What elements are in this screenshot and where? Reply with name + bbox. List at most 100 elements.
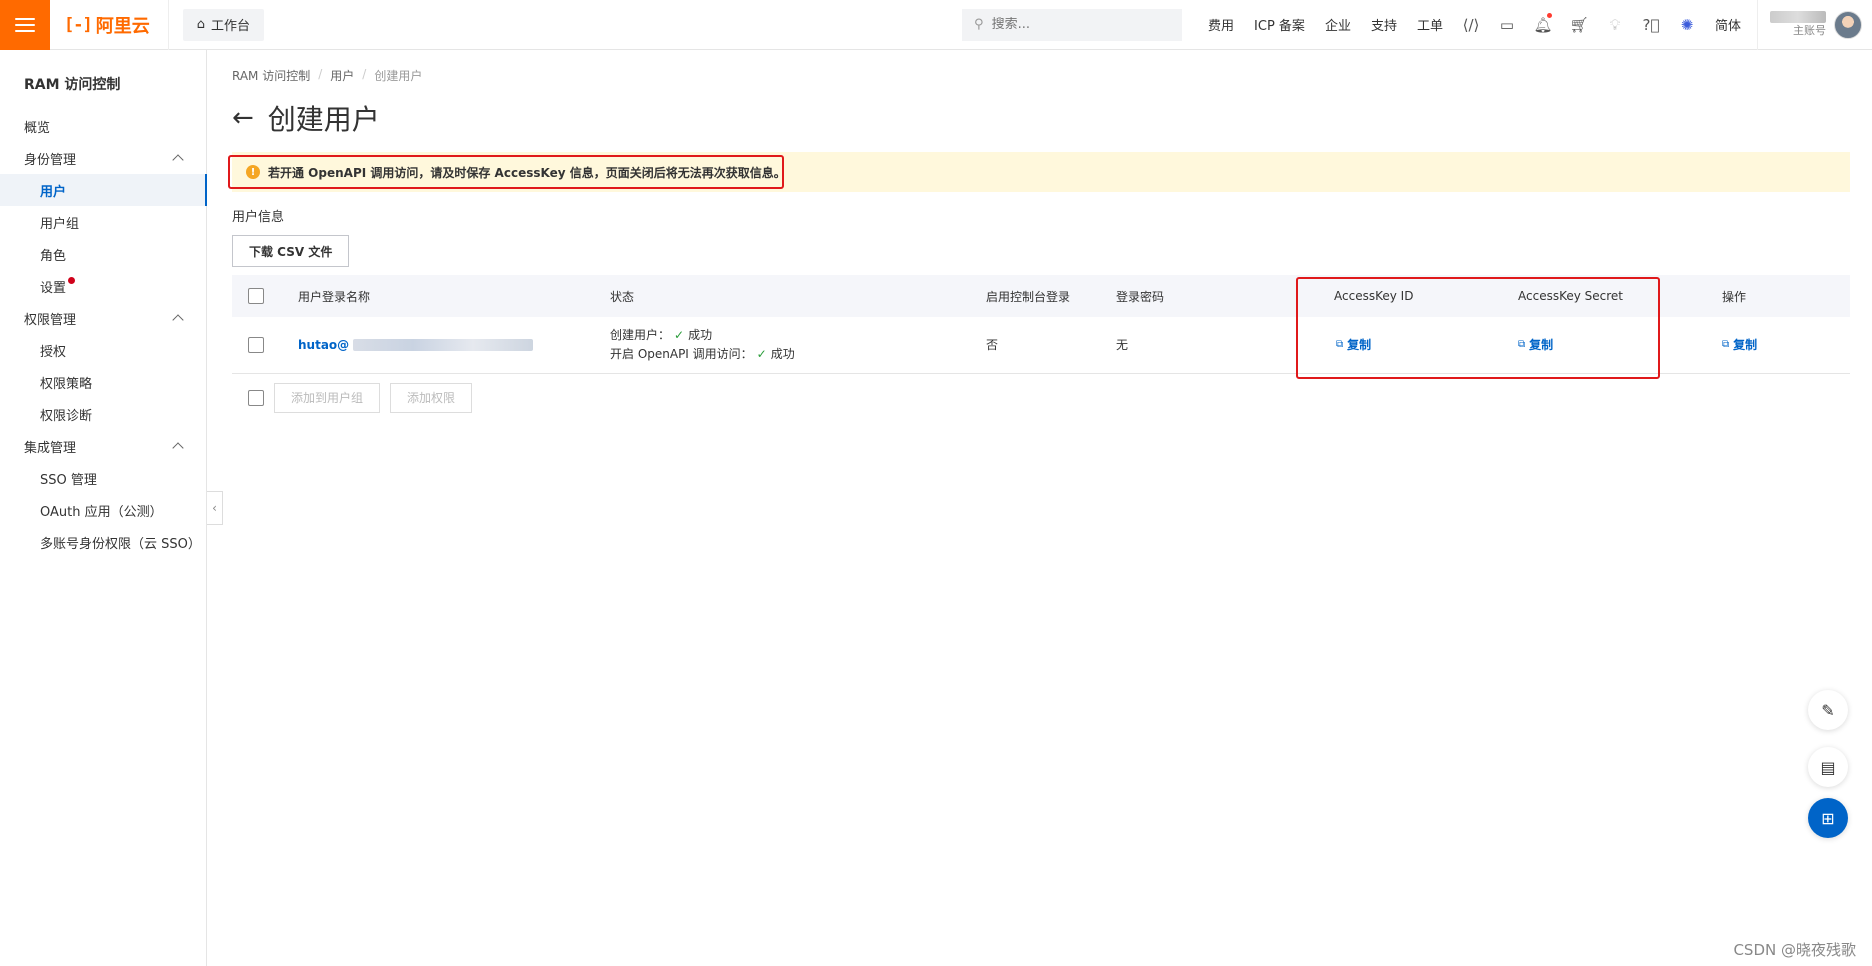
sidebar-group-integration[interactable]: 集成管理	[0, 430, 206, 462]
apps-grid-icon: ⊞	[1821, 808, 1835, 828]
search-box[interactable]: ⚲	[962, 8, 1183, 41]
login-name-text: hutao@	[298, 337, 350, 352]
breadcrumb-ram[interactable]: RAM 访问控制	[232, 67, 310, 84]
workbench-button[interactable]: ⌂ 工作台	[182, 8, 264, 41]
apps-button[interactable]: ⊞	[1808, 798, 1848, 838]
breadcrumb: RAM 访问控制 / 用户 / 创建用户	[232, 67, 423, 84]
col-header-login-name: 用户登录名称	[298, 289, 371, 304]
sidebar-item-overview[interactable]: 概览	[0, 110, 206, 142]
sidebar-item-user-groups[interactable]: 用户组	[0, 206, 206, 238]
terminal-icon[interactable]: ▭	[1489, 0, 1525, 50]
search-input[interactable]	[991, 17, 1162, 32]
chevron-up-icon	[172, 154, 184, 166]
notification-dot	[1546, 12, 1552, 18]
sidebar-item-sso[interactable]: SSO 管理	[0, 462, 206, 494]
sidebar-item-policies[interactable]: 权限策略	[0, 366, 206, 398]
user-table: 用户登录名称 状态 启用控制台登录 登录密码 AccessKey ID Acce…	[232, 275, 1850, 374]
sidebar-group-label: 权限管理	[24, 312, 77, 328]
col-header-accesskey-secret: AccessKey Secret	[1518, 289, 1624, 303]
table-row: hutao@ 创建用户： ✓ 成功 开启 OpenAPI 调用访问： ✓ 成功 否 无 …	[232, 317, 1850, 373]
top-bar: [-] 阿里云 ⌂ 工作台 ⚲ 费用 ICP 备案 企业 支持 工单 ⟨/⟩ ▭…	[0, 0, 1872, 50]
hamburger-menu-button[interactable]	[0, 0, 50, 50]
ai-assistant-icon[interactable]: ✺	[1669, 0, 1705, 50]
sidebar-item-grant[interactable]: 授权	[0, 334, 206, 366]
page-header: ← 创建用户	[232, 98, 1850, 138]
breadcrumb-current: 创建用户	[374, 69, 423, 83]
workbench-label: 工作台	[210, 19, 250, 34]
console-login-value: 否	[986, 338, 999, 353]
main-content: RAM 访问控制 / 用户 / 创建用户 ← 创建用户 ! 若开通 OpenAP…	[228, 50, 1850, 414]
sidebar-collapse-button[interactable]: ‹	[207, 491, 223, 525]
aliyun-logo[interactable]: [-] 阿里云	[50, 0, 169, 50]
chevron-up-icon	[172, 314, 184, 326]
avatar[interactable]	[1834, 10, 1862, 39]
status-openapi: 开启 OpenAPI 调用访问： ✓ 成功	[610, 346, 795, 361]
row-checkbox[interactable]	[248, 336, 264, 353]
sidebar: RAM 访问控制 概览 身份管理 用户 用户组 角色 设置 权限管理 授权 权限…	[0, 50, 207, 966]
copy-icon: ⧉	[1336, 339, 1344, 351]
edit-feedback-button[interactable]: ✎	[1808, 690, 1848, 730]
aliyun-logo-mark: [-]	[64, 14, 93, 35]
table-header-row: 用户登录名称 状态 启用控制台登录 登录密码 AccessKey ID Acce…	[232, 275, 1850, 317]
col-header-accesskey-id: AccessKey ID	[1334, 289, 1414, 303]
copy-accesskey-secret-button[interactable]: ⧉ 复制	[1518, 336, 1553, 353]
copy-accesskey-id-button[interactable]: ⧉ 复制	[1336, 336, 1371, 353]
sidebar-item-users[interactable]: 用户	[0, 174, 207, 206]
add-permission-button[interactable]: 添加权限	[390, 382, 473, 413]
language-switch[interactable]: 简体	[1705, 0, 1758, 50]
sidebar-item-roles[interactable]: 角色	[0, 238, 206, 270]
sidebar-item-diagnosis[interactable]: 权限诊断	[0, 398, 206, 430]
back-arrow-icon[interactable]: ←	[232, 105, 254, 131]
bulb-icon[interactable]: 💡︎	[1597, 0, 1633, 50]
copy-icon: ⧉	[1722, 339, 1730, 351]
watermark: CSDN @晓夜残歌	[1733, 941, 1856, 959]
pencil-icon: ✎	[1821, 700, 1835, 720]
warning-alert: ! 若开通 OpenAPI 调用访问，请及时保存 AccessKey 信息，页面…	[228, 152, 1850, 192]
settings-red-dot	[68, 276, 76, 284]
nav-link-ticket[interactable]: 工单	[1407, 15, 1453, 34]
account-name-redacted	[1770, 10, 1826, 23]
sidebar-group-identity[interactable]: 身份管理	[0, 142, 206, 174]
user-login-name-link[interactable]: hutao@	[298, 337, 534, 352]
add-to-group-button[interactable]: 添加到用户组	[274, 382, 381, 413]
help-icon[interactable]: ?⃝	[1633, 0, 1669, 50]
chevron-up-icon	[172, 442, 184, 454]
select-all-checkbox[interactable]	[248, 288, 264, 304]
col-header-password: 登录密码	[1116, 289, 1165, 304]
check-icon: ✓	[756, 346, 767, 361]
nav-link-icp[interactable]: ICP 备案	[1244, 15, 1315, 34]
account-role: 主账号	[1793, 23, 1826, 37]
password-value: 无	[1116, 338, 1129, 353]
col-header-status: 状态	[610, 289, 635, 304]
code-icon[interactable]: ⟨/⟩	[1453, 0, 1489, 50]
bell-icon[interactable]: 🔔︎	[1525, 0, 1561, 50]
cart-icon[interactable]: 🛒︎	[1561, 0, 1597, 50]
section-label: 用户信息	[232, 210, 285, 225]
sidebar-item-oauth[interactable]: OAuth 应用（公测）	[0, 494, 206, 526]
nav-link-enterprise[interactable]: 企业	[1315, 15, 1361, 34]
copy-action-button[interactable]: ⧉ 复制	[1722, 336, 1757, 353]
chat-icon: ▤	[1820, 757, 1836, 777]
sidebar-item-label: 设置	[40, 280, 67, 296]
menu-icon	[15, 17, 35, 32]
account-menu[interactable]: 主账号	[1758, 0, 1872, 50]
download-csv-button[interactable]: 下载 CSV 文件	[232, 235, 350, 267]
sidebar-group-label: 身份管理	[24, 152, 77, 168]
breadcrumb-users[interactable]: 用户	[330, 67, 354, 84]
sidebar-title: RAM 访问控制	[24, 77, 121, 93]
sidebar-item-cloud-sso[interactable]: 多账号身份权限（云 SSO）	[0, 526, 206, 558]
highlight-box-alert	[228, 155, 784, 189]
search-icon: ⚲	[974, 17, 984, 32]
batch-select-checkbox[interactable]	[248, 389, 264, 406]
nav-link-billing[interactable]: 费用	[1198, 15, 1244, 34]
chat-button[interactable]: ▤	[1808, 747, 1848, 787]
aliyun-logo-text: 阿里云	[95, 15, 150, 37]
home-icon: ⌂	[196, 17, 205, 32]
batch-actions: 添加到用户组 添加权限	[232, 382, 1850, 414]
copy-icon: ⧉	[1518, 339, 1526, 351]
col-header-actions: 操作	[1722, 289, 1747, 304]
chevron-left-icon: ‹	[212, 501, 217, 515]
sidebar-group-permission[interactable]: 权限管理	[0, 302, 206, 334]
nav-link-support[interactable]: 支持	[1361, 15, 1407, 34]
sidebar-item-settings[interactable]: 设置	[0, 270, 206, 302]
